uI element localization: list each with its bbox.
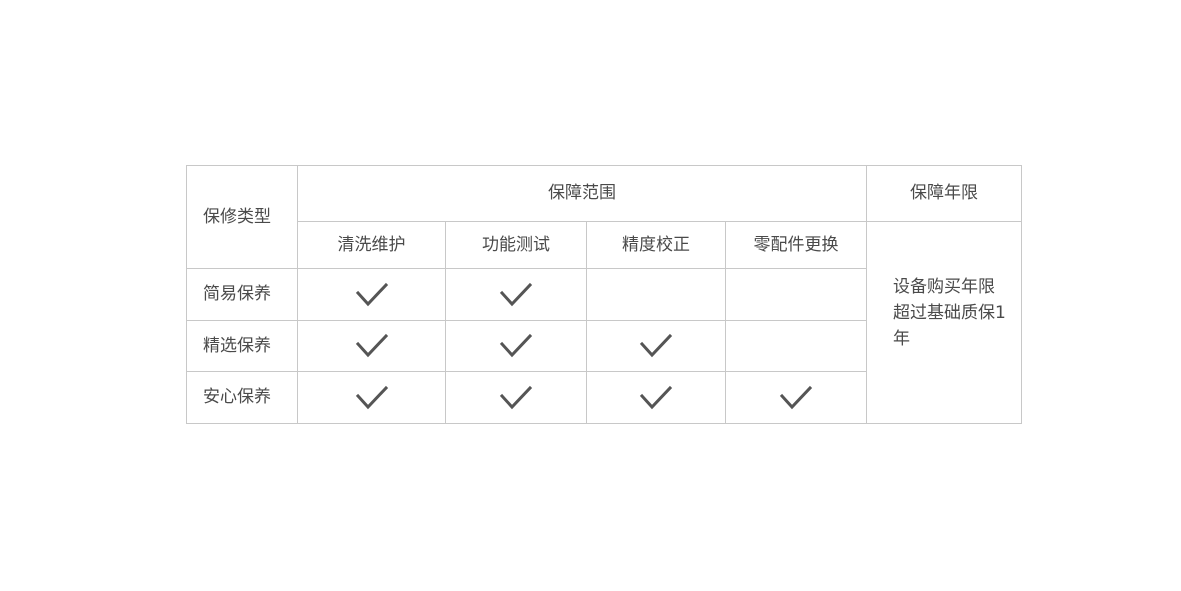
check-cell <box>726 269 867 321</box>
checkmark-icon <box>499 385 533 409</box>
checkmark-icon <box>499 282 533 306</box>
check-cell <box>298 372 446 423</box>
check-cell <box>587 321 726 372</box>
coverage-period-note: 设备购买年限超过基础质保1年 <box>893 277 1006 349</box>
checkmark-icon <box>639 333 673 358</box>
check-cell <box>587 269 726 321</box>
check-cell <box>446 372 587 423</box>
check-cell <box>298 269 446 321</box>
check-cell <box>726 321 867 372</box>
warranty-type-header: 保修类型 <box>187 166 298 269</box>
column-header-cleaning: 清洗维护 <box>298 222 446 269</box>
checkmark-icon <box>355 282 388 306</box>
coverage-scope-header: 保障范围 <box>298 166 867 222</box>
column-header-function-test: 功能测试 <box>446 222 587 269</box>
coverage-period-header: 保障年限 <box>867 166 1021 222</box>
checkmark-icon <box>355 333 388 358</box>
check-cell <box>298 321 446 372</box>
check-cell <box>446 321 587 372</box>
check-cell <box>726 372 867 423</box>
column-header-parts-replacement: 零配件更换 <box>726 222 867 269</box>
checkmark-icon <box>355 385 388 409</box>
row-label-select-maintenance: 精选保养 <box>187 321 298 372</box>
checkmark-icon <box>779 385 813 409</box>
row-label-peace-of-mind-maintenance: 安心保养 <box>187 372 298 423</box>
column-header-calibration: 精度校正 <box>587 222 726 269</box>
check-cell <box>446 269 587 321</box>
checkmark-icon <box>639 385 673 409</box>
check-cell <box>587 372 726 423</box>
checkmark-icon <box>499 333 533 358</box>
warranty-table: 保修类型 保障范围 保障年限 清洗维护 功能测试 精度校正 零配件更换 设备购买… <box>186 165 1022 424</box>
row-label-basic-maintenance: 简易保养 <box>187 269 298 321</box>
